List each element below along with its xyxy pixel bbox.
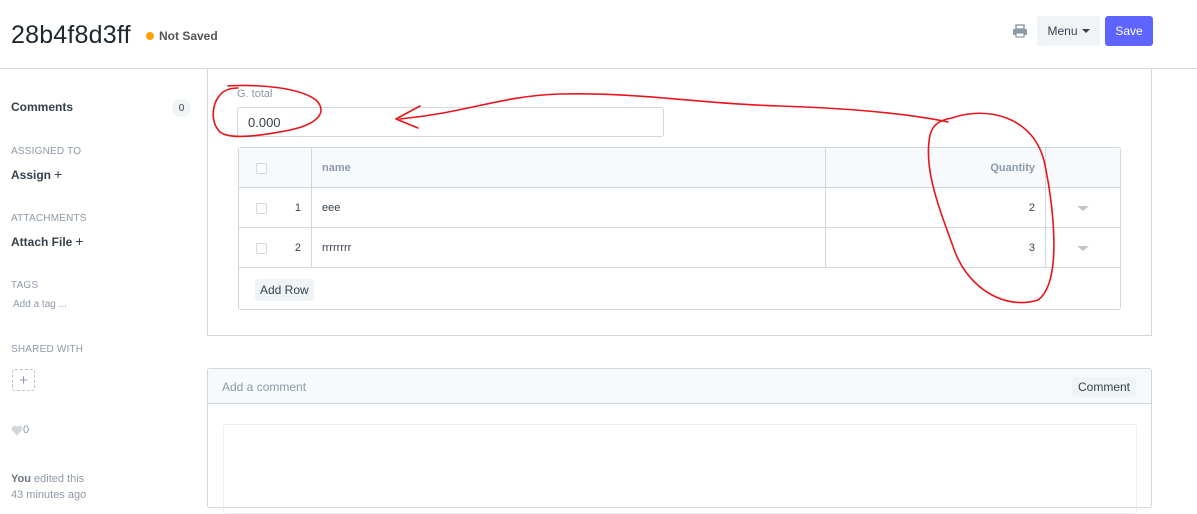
quantity-column-header: Quantity [826,148,1046,188]
assigned-to-label: ASSIGNED TO [11,146,82,157]
index-header [283,148,312,188]
comment-button[interactable]: Comment [1072,377,1137,397]
likes[interactable]: 0 [11,424,29,436]
gtotal-label: G. total [237,88,273,100]
row-edit-toggle[interactable] [1046,228,1120,268]
attach-file-label: Attach File [11,235,73,249]
activity-time: 43 minutes ago [11,489,87,501]
checkbox-icon [255,242,267,254]
select-all-checkbox[interactable] [239,148,283,188]
row-name-cell[interactable]: eee [312,188,826,228]
attach-file-button[interactable]: Attach File + [11,233,84,249]
activity-entry: You edited this 43 minutes ago [11,471,86,503]
tag-input[interactable]: Add a tag ... [13,299,67,310]
items-table: name Quantity 1 eee 2 2 rrrrrrrr 3 Add R… [238,147,1121,310]
heart-icon [11,425,23,435]
table-row[interactable]: 2 rrrrrrrr 3 [239,228,1120,268]
tags-label: TAGS [11,280,39,291]
assign-button[interactable]: Assign + [11,166,62,182]
status-dot-icon [146,32,154,40]
actions-header [1046,148,1120,188]
plus-icon: + [19,371,28,389]
table-row[interactable]: 1 eee 2 [239,188,1120,228]
assign-label: Assign [11,168,52,182]
table-header-row: name Quantity [239,148,1120,188]
activity-user: You [11,473,31,485]
plus-icon: + [54,166,63,182]
row-quantity-cell[interactable]: 2 [826,188,1046,228]
shared-with-label: SHARED WITH [11,344,84,355]
row-name-cell[interactable]: rrrrrrrr [312,228,826,268]
add-share-button[interactable]: + [12,369,35,391]
row-quantity-cell[interactable]: 3 [826,228,1046,268]
status-text: Not Saved [159,29,218,43]
chevron-down-icon [1077,245,1089,251]
printer-icon[interactable] [1012,24,1028,38]
plus-icon: + [75,233,84,249]
checkbox-icon [255,202,267,214]
caret-down-icon [1081,29,1090,33]
row-index: 1 [283,188,312,228]
name-column-header: name [312,148,826,188]
likes-count: 0 [23,424,30,436]
menu-button-label: Menu [1047,24,1078,38]
comment-header: Add a comment Comment [208,369,1151,404]
attachments-label: ATTACHMENTS [11,213,87,224]
gtotal-input[interactable]: 0.000 [237,107,664,137]
checkbox-icon [255,162,267,174]
row-checkbox[interactable] [239,188,283,228]
menu-button[interactable]: Menu [1037,16,1100,46]
status-indicator: Not Saved [146,29,218,43]
row-edit-toggle[interactable] [1046,188,1120,228]
activity-action: edited this [30,473,85,485]
sidebar: Comments 0 ASSIGNED TO Assign + ATTACHMEN… [0,69,200,501]
document-title: 28b4f8d3ff [11,21,131,49]
page-header: 28b4f8d3ff Not Saved Menu Save [0,0,1197,69]
comments-link[interactable]: Comments [11,100,73,114]
save-button[interactable]: Save [1105,16,1153,46]
chevron-down-icon [1077,205,1089,211]
comment-input[interactable]: Add a comment [222,380,306,394]
add-row-button[interactable]: Add Row [255,279,314,301]
comment-section: Add a comment Comment [207,368,1152,514]
row-index: 2 [283,228,312,268]
comments-count-badge: 0 [172,99,191,117]
row-checkbox[interactable] [239,228,283,268]
